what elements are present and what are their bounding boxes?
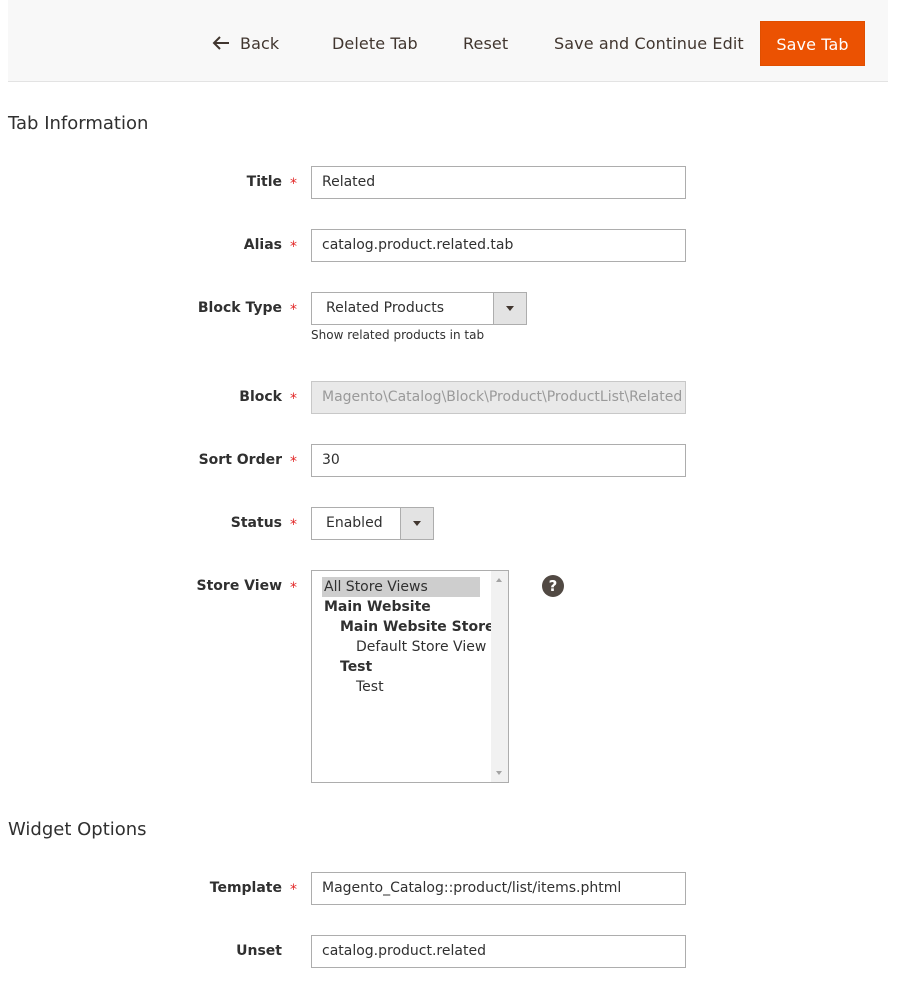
- sort-order-input[interactable]: 30: [311, 444, 686, 477]
- block-type-select[interactable]: Related Products: [311, 292, 527, 325]
- required-mark: *: [290, 239, 297, 255]
- store-view-option[interactable]: Main Website Store: [322, 617, 494, 637]
- template-label: Template: [209, 880, 282, 896]
- back-button[interactable]: Back: [198, 21, 293, 66]
- title-input[interactable]: Related: [311, 166, 686, 199]
- alias-input[interactable]: catalog.product.related.tab: [311, 229, 686, 262]
- store-view-option[interactable]: Test: [322, 657, 480, 677]
- store-view-options: All Store Views Main Website Main Website …: [322, 577, 494, 697]
- unset-input[interactable]: catalog.product.related: [311, 935, 686, 968]
- title-label: Title: [246, 174, 282, 190]
- scroll-down-icon: [496, 771, 502, 775]
- unset-label: Unset: [236, 943, 282, 959]
- block-type-note: Show related products in tab: [311, 328, 485, 342]
- alias-label: Alias: [243, 237, 282, 253]
- widget-options-heading: Widget Options: [8, 819, 147, 840]
- store-view-option[interactable]: Main Website: [322, 597, 480, 617]
- question-icon[interactable]: ?: [542, 575, 564, 597]
- required-mark: *: [290, 391, 297, 407]
- template-input[interactable]: Magento_Catalog::product/list/items.phtm…: [311, 872, 686, 905]
- chevron-down-icon: [493, 293, 526, 324]
- status-selected-value: Enabled: [326, 515, 383, 531]
- save-tab-button[interactable]: Save Tab: [760, 21, 865, 66]
- required-mark: *: [290, 454, 297, 470]
- required-mark: *: [290, 580, 297, 596]
- required-mark: *: [290, 302, 297, 318]
- block-type-label: Block Type: [197, 300, 282, 316]
- arrow-left-icon: [212, 36, 229, 50]
- chevron-down-icon: [400, 508, 433, 539]
- block-label: Block: [239, 389, 282, 405]
- scrollbar[interactable]: [491, 571, 508, 782]
- tab-information-heading: Tab Information: [8, 113, 149, 134]
- status-select[interactable]: Enabled: [311, 507, 434, 540]
- store-view-option[interactable]: All Store Views: [322, 577, 480, 597]
- store-view-multiselect[interactable]: All Store Views Main Website Main Website …: [311, 570, 509, 783]
- store-view-label: Store View: [196, 578, 282, 594]
- store-view-option[interactable]: Test: [322, 677, 480, 697]
- required-mark: *: [290, 882, 297, 898]
- store-view-option[interactable]: Default Store View: [322, 637, 486, 657]
- back-button-label: Back: [240, 34, 280, 53]
- save-and-continue-button[interactable]: Save and Continue Edit: [540, 21, 758, 66]
- sort-order-label: Sort Order: [198, 452, 282, 468]
- reset-button[interactable]: Reset: [449, 21, 522, 66]
- required-mark: *: [290, 517, 297, 533]
- block-type-selected-value: Related Products: [326, 300, 445, 316]
- scroll-up-icon: [496, 578, 502, 582]
- delete-tab-button[interactable]: Delete Tab: [318, 21, 432, 66]
- block-input: Magento\Catalog\Block\Product\ProductLis…: [311, 381, 686, 414]
- status-label: Status: [230, 515, 282, 531]
- required-mark: *: [290, 176, 297, 192]
